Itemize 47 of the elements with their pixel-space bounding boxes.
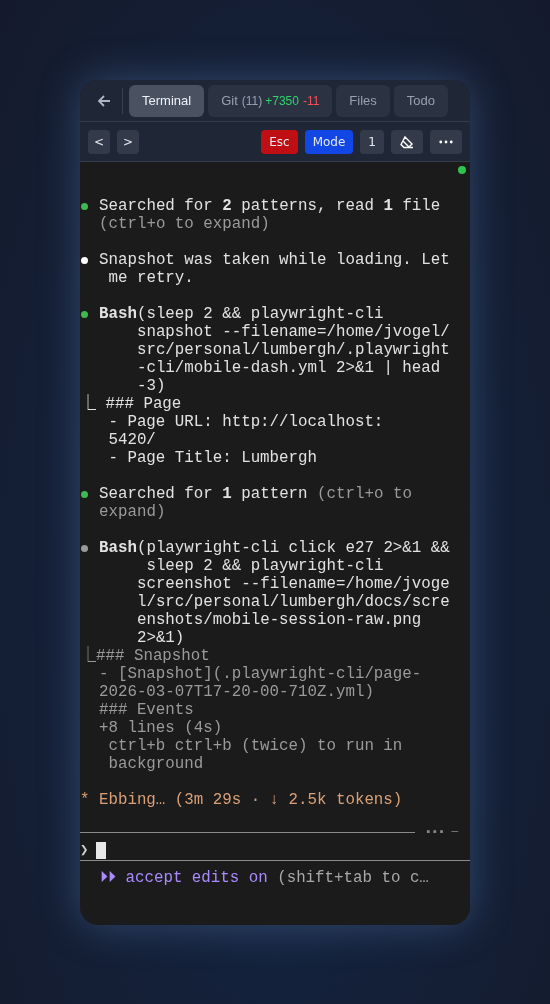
status-line: * Ebbing… (3m 29s · ↓ 2.5k tokens) [80, 791, 403, 809]
output-line: 2026-03-07T17-20-00-710Z.yml) [97, 683, 374, 701]
terminal-line: sleep 2 && playwright-cli [145, 557, 384, 575]
mode-status-line: ⏵⏵ accept edits on (shift+tab to c… [99, 869, 429, 887]
mode-button[interactable]: Mode [304, 129, 354, 154]
output-line: - [Snapshot](.playwright-cli/page- [97, 665, 422, 683]
terminal-line: me retry. [107, 269, 194, 287]
terminal-line: -cli/mobile-dash.yml 2>&1 | head [135, 359, 441, 377]
output-line: 5420/ [107, 431, 156, 449]
tab[interactable]: Git (11) +7350 -11 [208, 84, 333, 117]
terminal-line: screenshot --filename=/home/jvoge [135, 575, 450, 593]
terminal-line: -3) [135, 377, 166, 395]
output-line: ⎿ ### Page [80, 395, 182, 413]
escape-button[interactable]: Esc [261, 129, 298, 154]
terminal-line: 2>&1) [135, 629, 185, 647]
previous-button[interactable]: < [88, 129, 111, 154]
prompt-symbol: ❯ [80, 841, 89, 859]
terminal-line: l/src/personal/lumbergh/docs/scre [135, 593, 450, 611]
output-line: background [107, 755, 204, 773]
terminal-line: Snapshot was taken while loading. Let [99, 251, 450, 269]
more-dots-icon [439, 139, 453, 144]
output-line: - Page URL: http://localhost: [107, 413, 384, 431]
output-line: - Page Title: Lumbergh [107, 449, 317, 467]
back-arrow-icon[interactable] [96, 92, 112, 109]
tab[interactable]: Files [336, 84, 390, 117]
count-button[interactable]: 1 [360, 129, 384, 154]
terminal-line: Bash(playwright-cli click e27 2>&1 && [99, 539, 450, 557]
more-button[interactable] [430, 129, 462, 154]
tab[interactable]: Terminal [129, 84, 205, 117]
output-line: ctrl+b ctrl+b (twice) to run in [107, 737, 403, 755]
next-button[interactable]: > [117, 129, 140, 154]
output-line: ⎿### Snapshot [80, 647, 210, 665]
terminal-line: (ctrl+o to expand) [99, 215, 270, 233]
terminal-line: Bash(sleep 2 && playwright-cli [99, 305, 384, 323]
terminal-line: Searched for 1 pattern (ctrl+o to [99, 485, 412, 503]
divider-marks: ▪▪▪ ─ [425, 826, 458, 838]
clear-button[interactable] [391, 129, 423, 154]
terminal-line: enshots/mobile-session-raw.png [135, 611, 422, 629]
tab[interactable]: Todo [393, 84, 448, 117]
terminal-line: snapshot --filename=/home/jvogel/ [135, 323, 450, 341]
output-line: +8 lines (4s) [97, 719, 223, 737]
eraser-icon [399, 133, 415, 150]
cursor [96, 841, 107, 859]
output-line: ### Events [97, 701, 194, 719]
terminal-line: src/personal/lumbergh/.playwright [135, 341, 450, 359]
terminal-line: expand) [99, 503, 166, 521]
terminal-line: Searched for 2 patterns, read 1 file [99, 197, 441, 215]
